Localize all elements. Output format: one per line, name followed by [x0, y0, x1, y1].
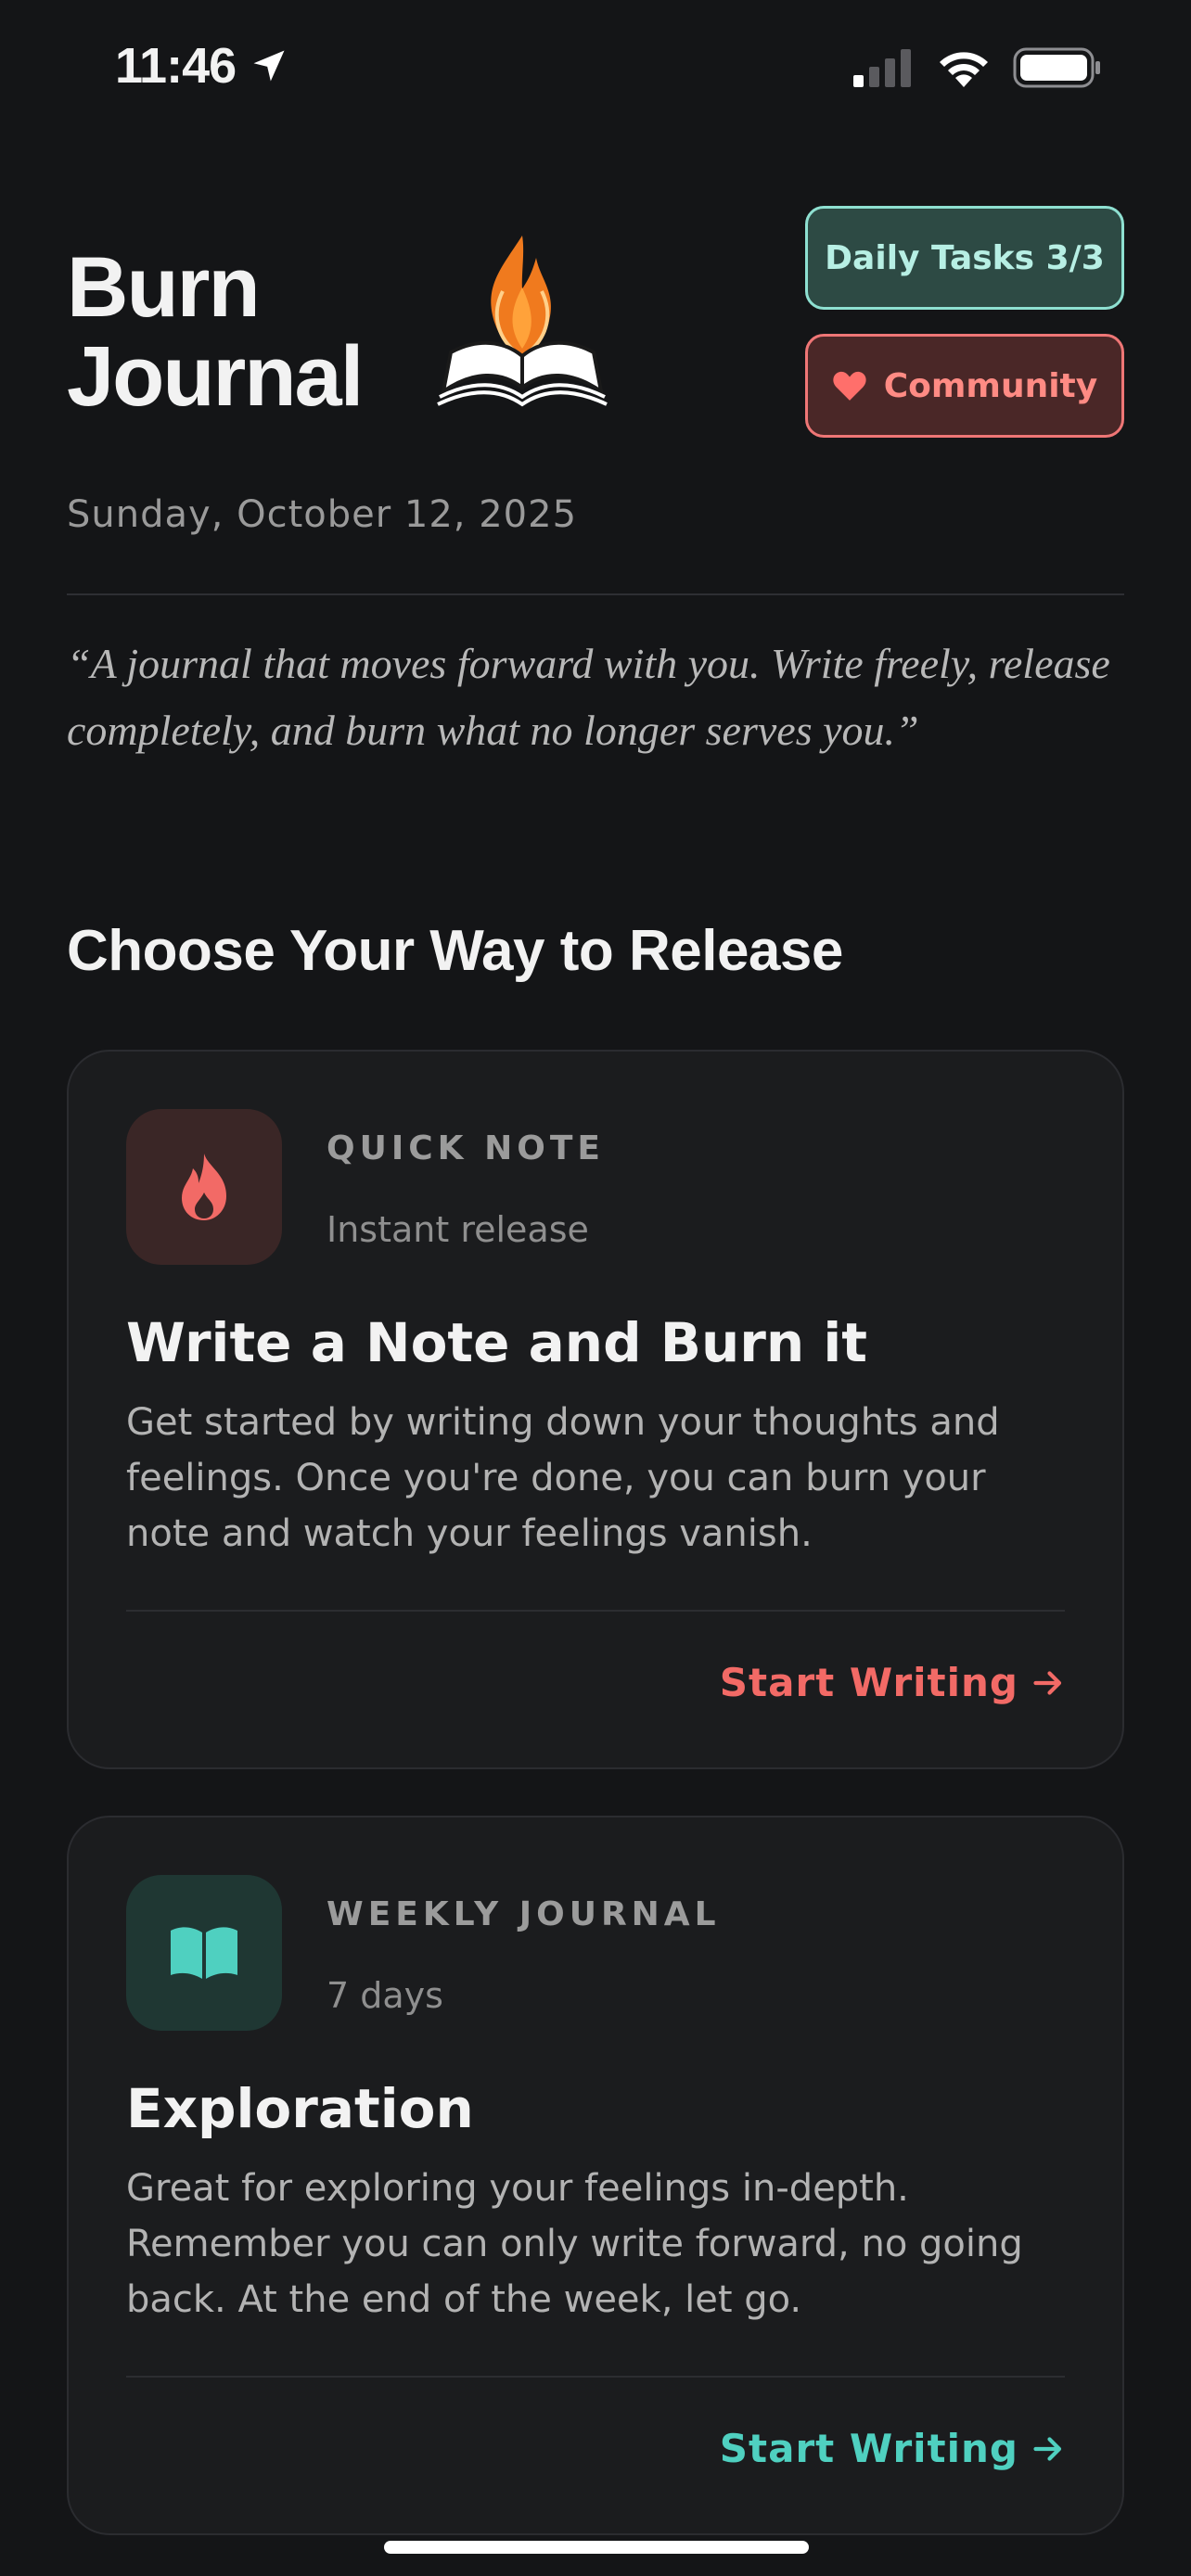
daily-tasks-label: Daily Tasks 3/3	[825, 238, 1105, 277]
weekly-journal-icon-tile	[126, 1875, 282, 2031]
card-description: Great for exploring your feelings in-dep…	[126, 2167, 1023, 2321]
location-arrow-icon	[253, 50, 285, 82]
section-title: Choose Your Way to Release	[67, 919, 843, 983]
status-time-text: 11:46	[115, 38, 237, 94]
flame-icon	[182, 1154, 226, 1220]
wifi-icon	[940, 52, 988, 87]
card-divider	[126, 2376, 1065, 2378]
card-description: Get started by writing down your thought…	[126, 1401, 1000, 1555]
weekly-journal-card[interactable]: WEEKLY JOURNAL 7 days Exploration Great …	[67, 1816, 1124, 2535]
start-writing-label: Start Writing	[719, 1660, 1018, 1705]
weekly-journal-start-writing-button[interactable]: Start Writing	[720, 2426, 1065, 2471]
card-title: Exploration	[126, 2077, 474, 2140]
card-kicker: QUICK NOTE	[327, 1129, 605, 1167]
home-screen: 11:46 Burn Journal Daily Tasks 3/3 Commu…	[0, 0, 1191, 2576]
card-title: Write a Note and Burn it	[126, 1311, 868, 1374]
arrow-right-icon	[1033, 1670, 1062, 1695]
app-title: Burn Journal	[67, 240, 364, 424]
header-divider	[67, 593, 1124, 595]
community-button[interactable]: Community	[805, 334, 1124, 438]
current-date: Sunday, October 12, 2025	[67, 493, 578, 536]
cellular-signal-icon	[853, 49, 911, 87]
card-kicker: WEEKLY JOURNAL	[327, 1895, 721, 1933]
open-book-icon	[171, 1927, 237, 1979]
quick-note-icon-tile	[126, 1109, 282, 1265]
quick-note-card[interactable]: QUICK NOTE Instant release Write a Note …	[67, 1050, 1124, 1769]
daily-tasks-button[interactable]: Daily Tasks 3/3	[805, 206, 1124, 310]
flaming-book-logo	[437, 236, 608, 407]
status-indicators	[852, 46, 1102, 89]
status-time: 11:46	[115, 37, 289, 95]
start-writing-label: Start Writing	[719, 2426, 1018, 2471]
card-meta: Instant release	[327, 1209, 589, 1250]
community-label: Community	[883, 366, 1098, 405]
card-divider	[126, 1610, 1065, 1612]
heart-icon	[833, 371, 866, 401]
home-indicator[interactable]	[384, 2541, 809, 2554]
battery-icon	[1013, 47, 1100, 88]
quick-note-start-writing-button[interactable]: Start Writing	[720, 1660, 1065, 1705]
card-meta: 7 days	[327, 1975, 443, 2016]
arrow-right-icon	[1033, 2436, 1062, 2461]
tagline-quote: “A journal that moves forward with you. …	[67, 640, 1110, 754]
